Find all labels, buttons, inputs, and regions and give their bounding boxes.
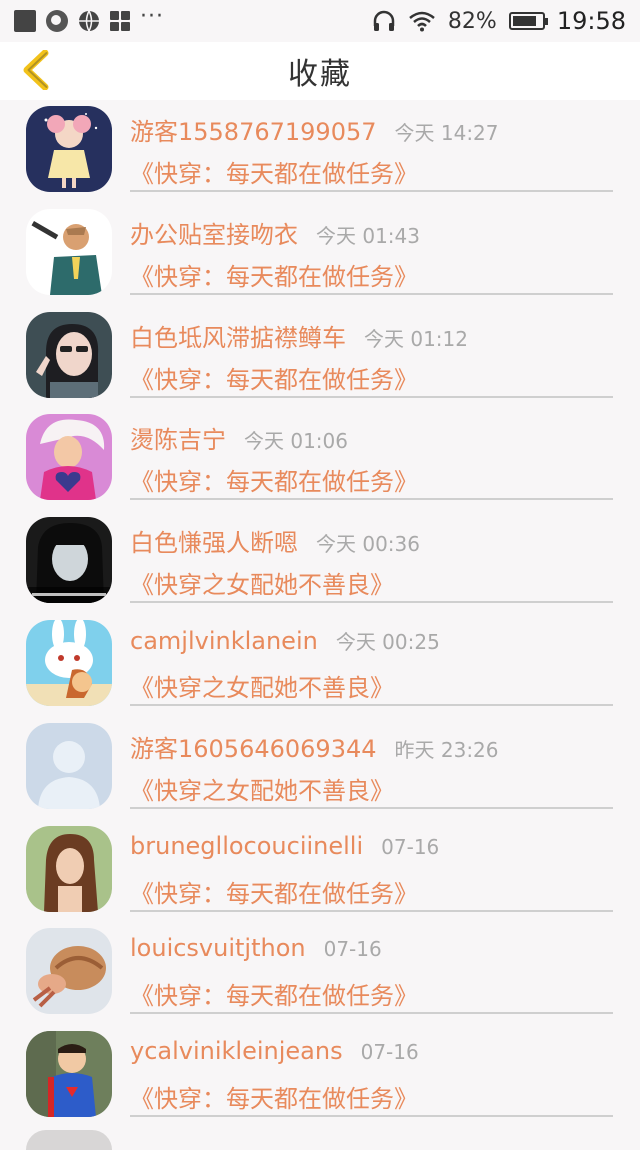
page-title: 收藏 xyxy=(288,57,352,92)
book-title[interactable]: 《快穿：每天都在做任务》 xyxy=(130,257,418,292)
book-title[interactable]: 《快穿之女配她不善良》 xyxy=(130,668,394,703)
list-item[interactable]: camjlvinklanein 今天 00:25 《快穿之女配她不善良》 xyxy=(0,614,640,717)
username[interactable]: 游客1605646069344 xyxy=(130,729,377,764)
divider xyxy=(130,190,613,192)
battery-percent: 82% xyxy=(447,8,497,34)
battery-icon xyxy=(508,12,548,30)
username[interactable]: 白色坻风滞掂襟鳟车 xyxy=(130,318,346,353)
dark-hair-girl-avatar[interactable] xyxy=(26,517,112,604)
divider xyxy=(130,601,613,604)
clock: 19:58 xyxy=(556,7,626,35)
username[interactable]: 燙陈吉宁 xyxy=(130,420,226,455)
item-header: 燙陈吉宁 今天 01:06 xyxy=(130,420,348,455)
username[interactable]: brunegllocouciinelli xyxy=(130,832,363,860)
book-title[interactable]: 《快穿：每天都在做任务》 xyxy=(130,1079,418,1114)
app-header: 收藏 xyxy=(0,42,640,100)
cartoon-girl-avatar[interactable] xyxy=(26,106,112,192)
more-dots-icon: ··· xyxy=(140,4,164,29)
username[interactable]: 白色慊强人断嗯 xyxy=(130,523,298,558)
favorites-list: 游客1558767199057 今天 14:27 《快穿：每天都在做任务》 办公贴室接… xyxy=(0,100,640,1128)
divider xyxy=(130,395,613,398)
list-item[interactable]: brunegllocouciinelli 07-16 《快穿：每天都在做任务》 xyxy=(0,820,640,923)
list-item[interactable]: 办公贴室接吻衣 今天 01:43 《快穿：每天都在做任务》 xyxy=(0,203,640,306)
timestamp: 今天 01:06 xyxy=(244,429,348,454)
apps-icon xyxy=(110,11,130,31)
book-title[interactable]: 《快穿：每天都在做任务》 xyxy=(130,360,418,395)
item-header: 白色慊强人断嗯 今天 00:36 xyxy=(130,523,420,558)
item-header: camjlvinklanein 今天 00:25 xyxy=(130,626,440,655)
stop-square-icon xyxy=(14,10,36,32)
selfie-girl-avatar[interactable] xyxy=(26,311,112,398)
status-bar: ··· 82% 19:58 xyxy=(0,0,640,42)
divider xyxy=(130,703,613,706)
username[interactable]: 办公贴室接吻衣 xyxy=(130,215,298,250)
timestamp: 今天 00:36 xyxy=(316,532,420,557)
avatar xyxy=(26,1130,112,1150)
back-button[interactable] xyxy=(14,48,58,92)
book-title[interactable]: 《快穿：每天都在做任务》 xyxy=(130,154,418,189)
username[interactable]: ycalvinikleinjeans xyxy=(130,1037,343,1065)
divider xyxy=(130,498,613,501)
divider xyxy=(130,1115,613,1118)
long-hair-girl-avatar[interactable] xyxy=(26,825,112,912)
book-title[interactable]: 《快穿之女配她不善良》 xyxy=(130,771,394,806)
timestamp: 07-16 xyxy=(323,937,382,962)
item-header: 游客1558767199057 今天 14:27 xyxy=(130,112,499,147)
item-header: 游客1605646069344 昨天 23:26 xyxy=(130,729,499,764)
cartoon-gunman-avatar[interactable] xyxy=(26,208,112,295)
default-person-avatar[interactable] xyxy=(26,722,112,809)
wifi-icon xyxy=(409,11,435,32)
timestamp: 今天 14:27 xyxy=(394,121,499,145)
divider xyxy=(130,292,613,295)
username[interactable]: camjlvinklanein xyxy=(130,627,318,655)
superman-kid-avatar[interactable] xyxy=(26,1031,112,1118)
list-item[interactable]: 白色坻风滞掂襟鳟车 今天 01:12 《快穿：每天都在做任务》 xyxy=(0,306,640,409)
search-icon xyxy=(46,10,68,32)
username[interactable]: louicsvuitjthon xyxy=(130,934,306,962)
timestamp: 今天 00:25 xyxy=(335,629,440,654)
divider xyxy=(130,806,613,809)
list-item[interactable]: 燙陈吉宁 今天 01:06 《快穿：每天都在做任务》 xyxy=(0,408,640,511)
divider xyxy=(130,909,613,912)
hermit-crab-avatar[interactable] xyxy=(26,928,112,1015)
list-item[interactable]: louicsvuitjthon 07-16 《快穿：每天都在做任务》 xyxy=(0,922,640,1025)
timestamp: 今天 01:12 xyxy=(364,326,468,351)
book-title[interactable]: 《快穿之女配她不善良》 xyxy=(130,565,394,600)
book-title[interactable]: 《快穿：每天都在做任务》 xyxy=(130,462,418,497)
item-header: brunegllocouciinelli 07-16 xyxy=(130,832,439,860)
timestamp: 昨天 23:26 xyxy=(394,737,499,762)
bunny-avatar[interactable] xyxy=(26,619,112,706)
item-header: 办公贴室接吻衣 今天 01:43 xyxy=(130,215,420,250)
item-header: 白色坻风滞掂襟鳟车 今天 01:12 xyxy=(130,318,468,353)
timestamp: 今天 01:43 xyxy=(316,223,420,248)
book-title[interactable]: 《快穿：每天都在做任务》 xyxy=(130,874,418,909)
divider xyxy=(130,1012,613,1015)
item-header: ycalvinikleinjeans 07-16 xyxy=(130,1037,419,1065)
timestamp: 07-16 xyxy=(360,1040,419,1065)
book-title[interactable]: 《快穿：每天都在做任务》 xyxy=(130,976,418,1011)
timestamp: 07-16 xyxy=(381,834,440,859)
globe-icon xyxy=(79,10,99,32)
list-item[interactable]: 游客1605646069344 昨天 23:26 《快穿之女配她不善良》 xyxy=(0,717,640,820)
list-item[interactable]: 游客1558767199057 今天 14:27 《快穿：每天都在做任务》 xyxy=(0,100,640,203)
heart-sweater-avatar[interactable] xyxy=(26,414,112,501)
headphones-icon xyxy=(373,10,395,31)
list-item[interactable]: ycalvinikleinjeans 07-16 《快穿：每天都在做任务》 xyxy=(0,1025,640,1128)
chevron-left-icon xyxy=(23,50,49,90)
list-item[interactable]: 白色慊强人断嗯 今天 00:36 《快穿之女配她不善良》 xyxy=(0,511,640,614)
item-header: louicsvuitjthon 07-16 xyxy=(130,934,382,962)
username[interactable]: 游客1558767199057 xyxy=(130,112,377,147)
